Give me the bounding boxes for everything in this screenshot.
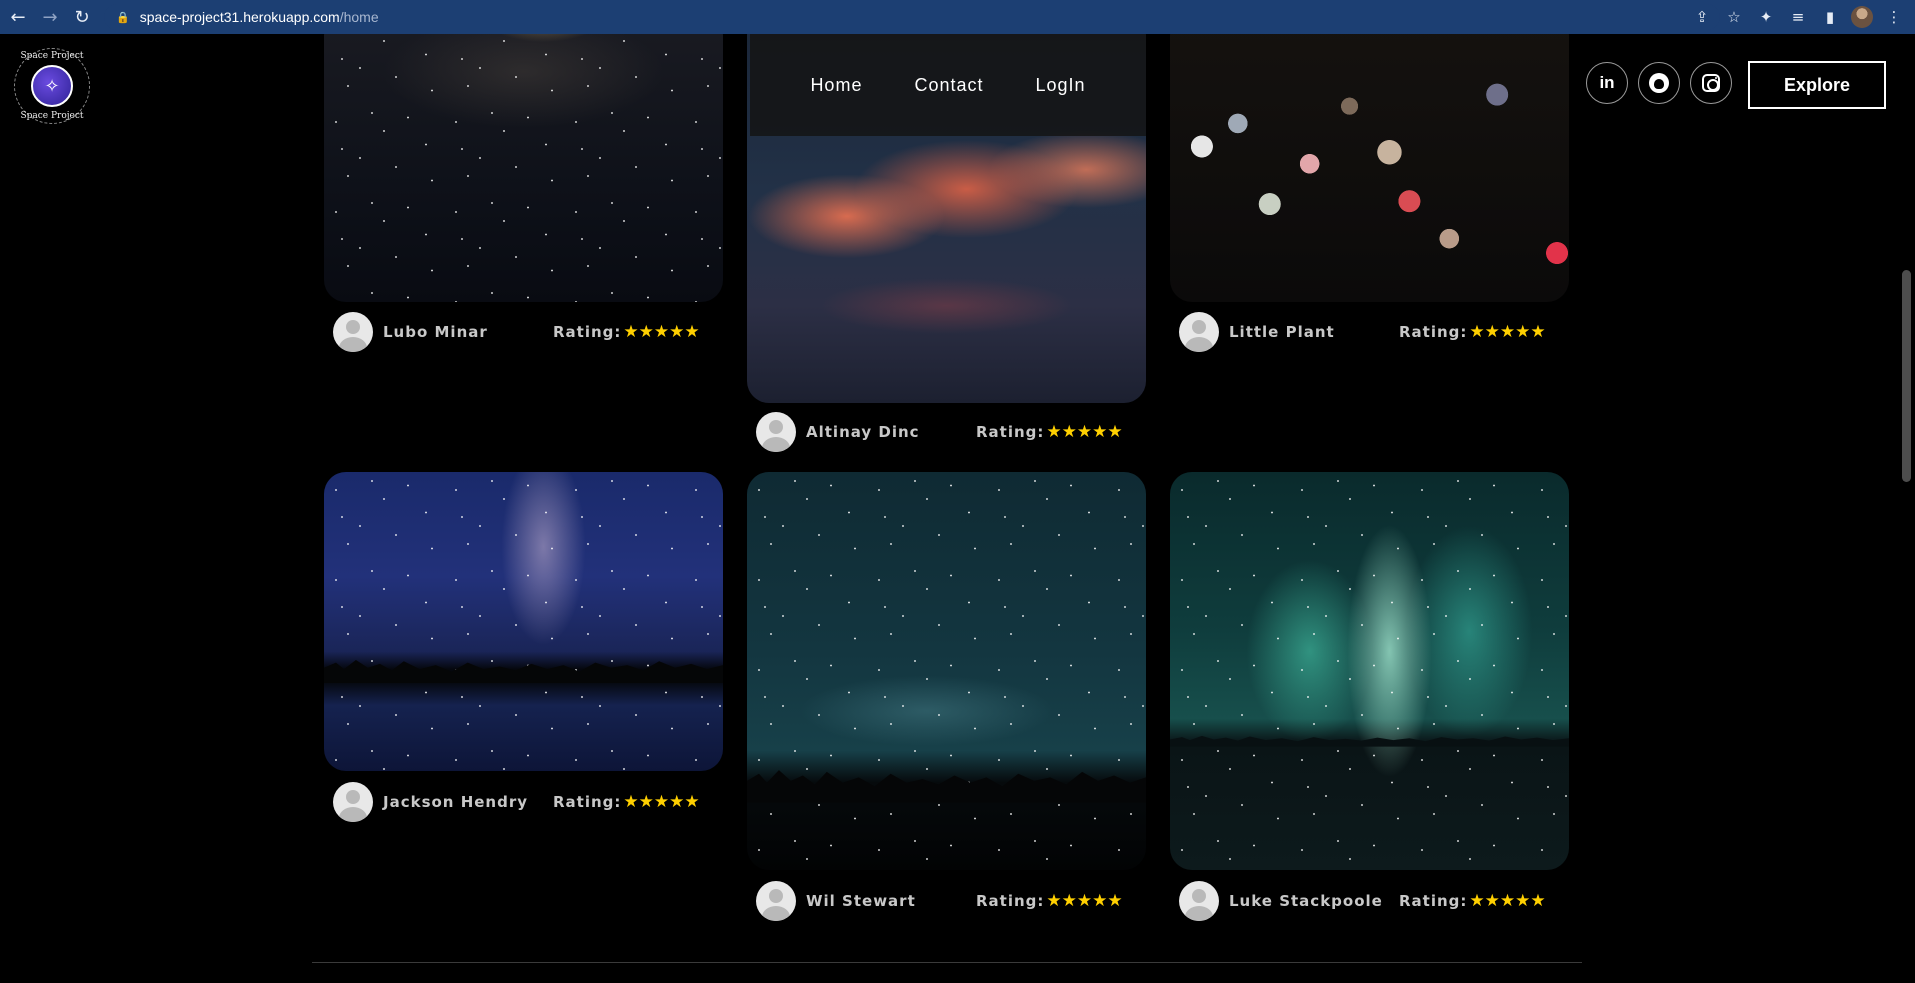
nav-login[interactable]: LogIn xyxy=(1036,75,1086,96)
rating-label: Rating: xyxy=(553,793,622,811)
address-bar[interactable]: 🔒 space-project31.herokuapp.com/home xyxy=(104,4,1720,30)
star-rating: ★★★★★ xyxy=(1046,422,1123,442)
author-name: Altinay Dinc xyxy=(806,423,920,441)
instagram-icon[interactable] xyxy=(1690,62,1732,104)
star-rating: ★★★★★ xyxy=(1469,891,1546,911)
avatar xyxy=(333,312,373,352)
card-image-luke-stackpoole[interactable] xyxy=(1170,472,1569,870)
menu-kebab-icon[interactable]: ⋮ xyxy=(1881,4,1907,30)
rating-label: Rating: xyxy=(976,892,1045,910)
nav-contact[interactable]: Contact xyxy=(914,75,983,96)
forward-icon[interactable]: → xyxy=(36,3,64,31)
back-icon[interactable]: ← xyxy=(4,3,32,31)
astronaut-icon: ✧ xyxy=(31,65,73,107)
star-rating: ★★★★★ xyxy=(623,322,700,342)
reload-icon[interactable]: ↻ xyxy=(68,3,96,31)
main-nav: Home Contact LogIn xyxy=(750,34,1146,136)
star-rating: ★★★★★ xyxy=(1046,891,1123,911)
side-panel-icon[interactable]: ▮ xyxy=(1817,4,1843,30)
bookmark-star-icon[interactable]: ☆ xyxy=(1721,4,1747,30)
avatar xyxy=(756,412,796,452)
profile-avatar[interactable] xyxy=(1849,4,1875,30)
author-name: Luke Stackpoole xyxy=(1229,892,1383,910)
author-name: Little Plant xyxy=(1229,323,1335,341)
rating-label: Rating: xyxy=(553,323,622,341)
url-host: space-project31.herokuapp.com xyxy=(139,9,340,25)
card-meta-1: Lubo Minar Rating: ★★★★★ xyxy=(325,312,725,352)
url-path: /home xyxy=(339,9,379,25)
card-image-wil-stewart[interactable] xyxy=(747,472,1146,870)
avatar xyxy=(1179,881,1219,921)
card-meta-2: Altinay Dinc Rating: ★★★★★ xyxy=(748,412,1148,452)
social-links: in xyxy=(1586,62,1732,104)
extensions-icon[interactable]: ✦ xyxy=(1753,4,1779,30)
card-meta-4: Jackson Hendry Rating: ★★★★★ xyxy=(325,782,725,822)
explore-button[interactable]: Explore xyxy=(1748,61,1886,109)
rating-label: Rating: xyxy=(1399,892,1468,910)
avatar xyxy=(333,782,373,822)
author-name: Lubo Minar xyxy=(383,323,488,341)
card-image-jackson-hendry[interactable] xyxy=(324,472,723,771)
card-image-little-plant[interactable] xyxy=(1170,34,1569,302)
page-scrollbar[interactable] xyxy=(1898,34,1915,983)
logo-text-top: Space Project xyxy=(20,51,84,61)
site-logo[interactable]: Space Project ✧ Space Project xyxy=(14,48,90,124)
card-meta-3: Little Plant Rating: ★★★★★ xyxy=(1171,312,1571,352)
rating-label: Rating: xyxy=(1399,323,1468,341)
rating-label: Rating: xyxy=(976,423,1045,441)
card-meta-6: Luke Stackpoole Rating: ★★★★★ xyxy=(1171,881,1571,921)
card-meta-5: Wil Stewart Rating: ★★★★★ xyxy=(748,881,1148,921)
scrollbar-thumb[interactable] xyxy=(1902,270,1911,482)
nav-home[interactable]: Home xyxy=(810,75,862,96)
star-rating: ★★★★★ xyxy=(1469,322,1546,342)
author-name: Jackson Hendry xyxy=(383,793,529,811)
page: Lubo Minar Rating: ★★★★★ Altinay Dinc Ra… xyxy=(0,34,1915,983)
star-rating: ★★★★★ xyxy=(623,792,700,812)
author-name: Wil Stewart xyxy=(806,892,916,910)
linkedin-label: in xyxy=(1599,73,1615,92)
reading-list-icon[interactable]: ≡ xyxy=(1785,4,1811,30)
linkedin-icon[interactable]: in xyxy=(1586,62,1628,104)
footer-divider xyxy=(312,962,1582,963)
github-icon[interactable] xyxy=(1638,62,1680,104)
browser-toolbar: ← → ↻ 🔒 space-project31.herokuapp.com/ho… xyxy=(0,0,1915,34)
lock-icon: 🔒 xyxy=(116,11,130,24)
card-image-lubo-minar[interactable] xyxy=(324,34,723,302)
avatar xyxy=(1179,312,1219,352)
share-icon[interactable]: ⇪ xyxy=(1689,4,1715,30)
logo-text-bottom: Space Project xyxy=(20,111,84,121)
avatar xyxy=(756,881,796,921)
